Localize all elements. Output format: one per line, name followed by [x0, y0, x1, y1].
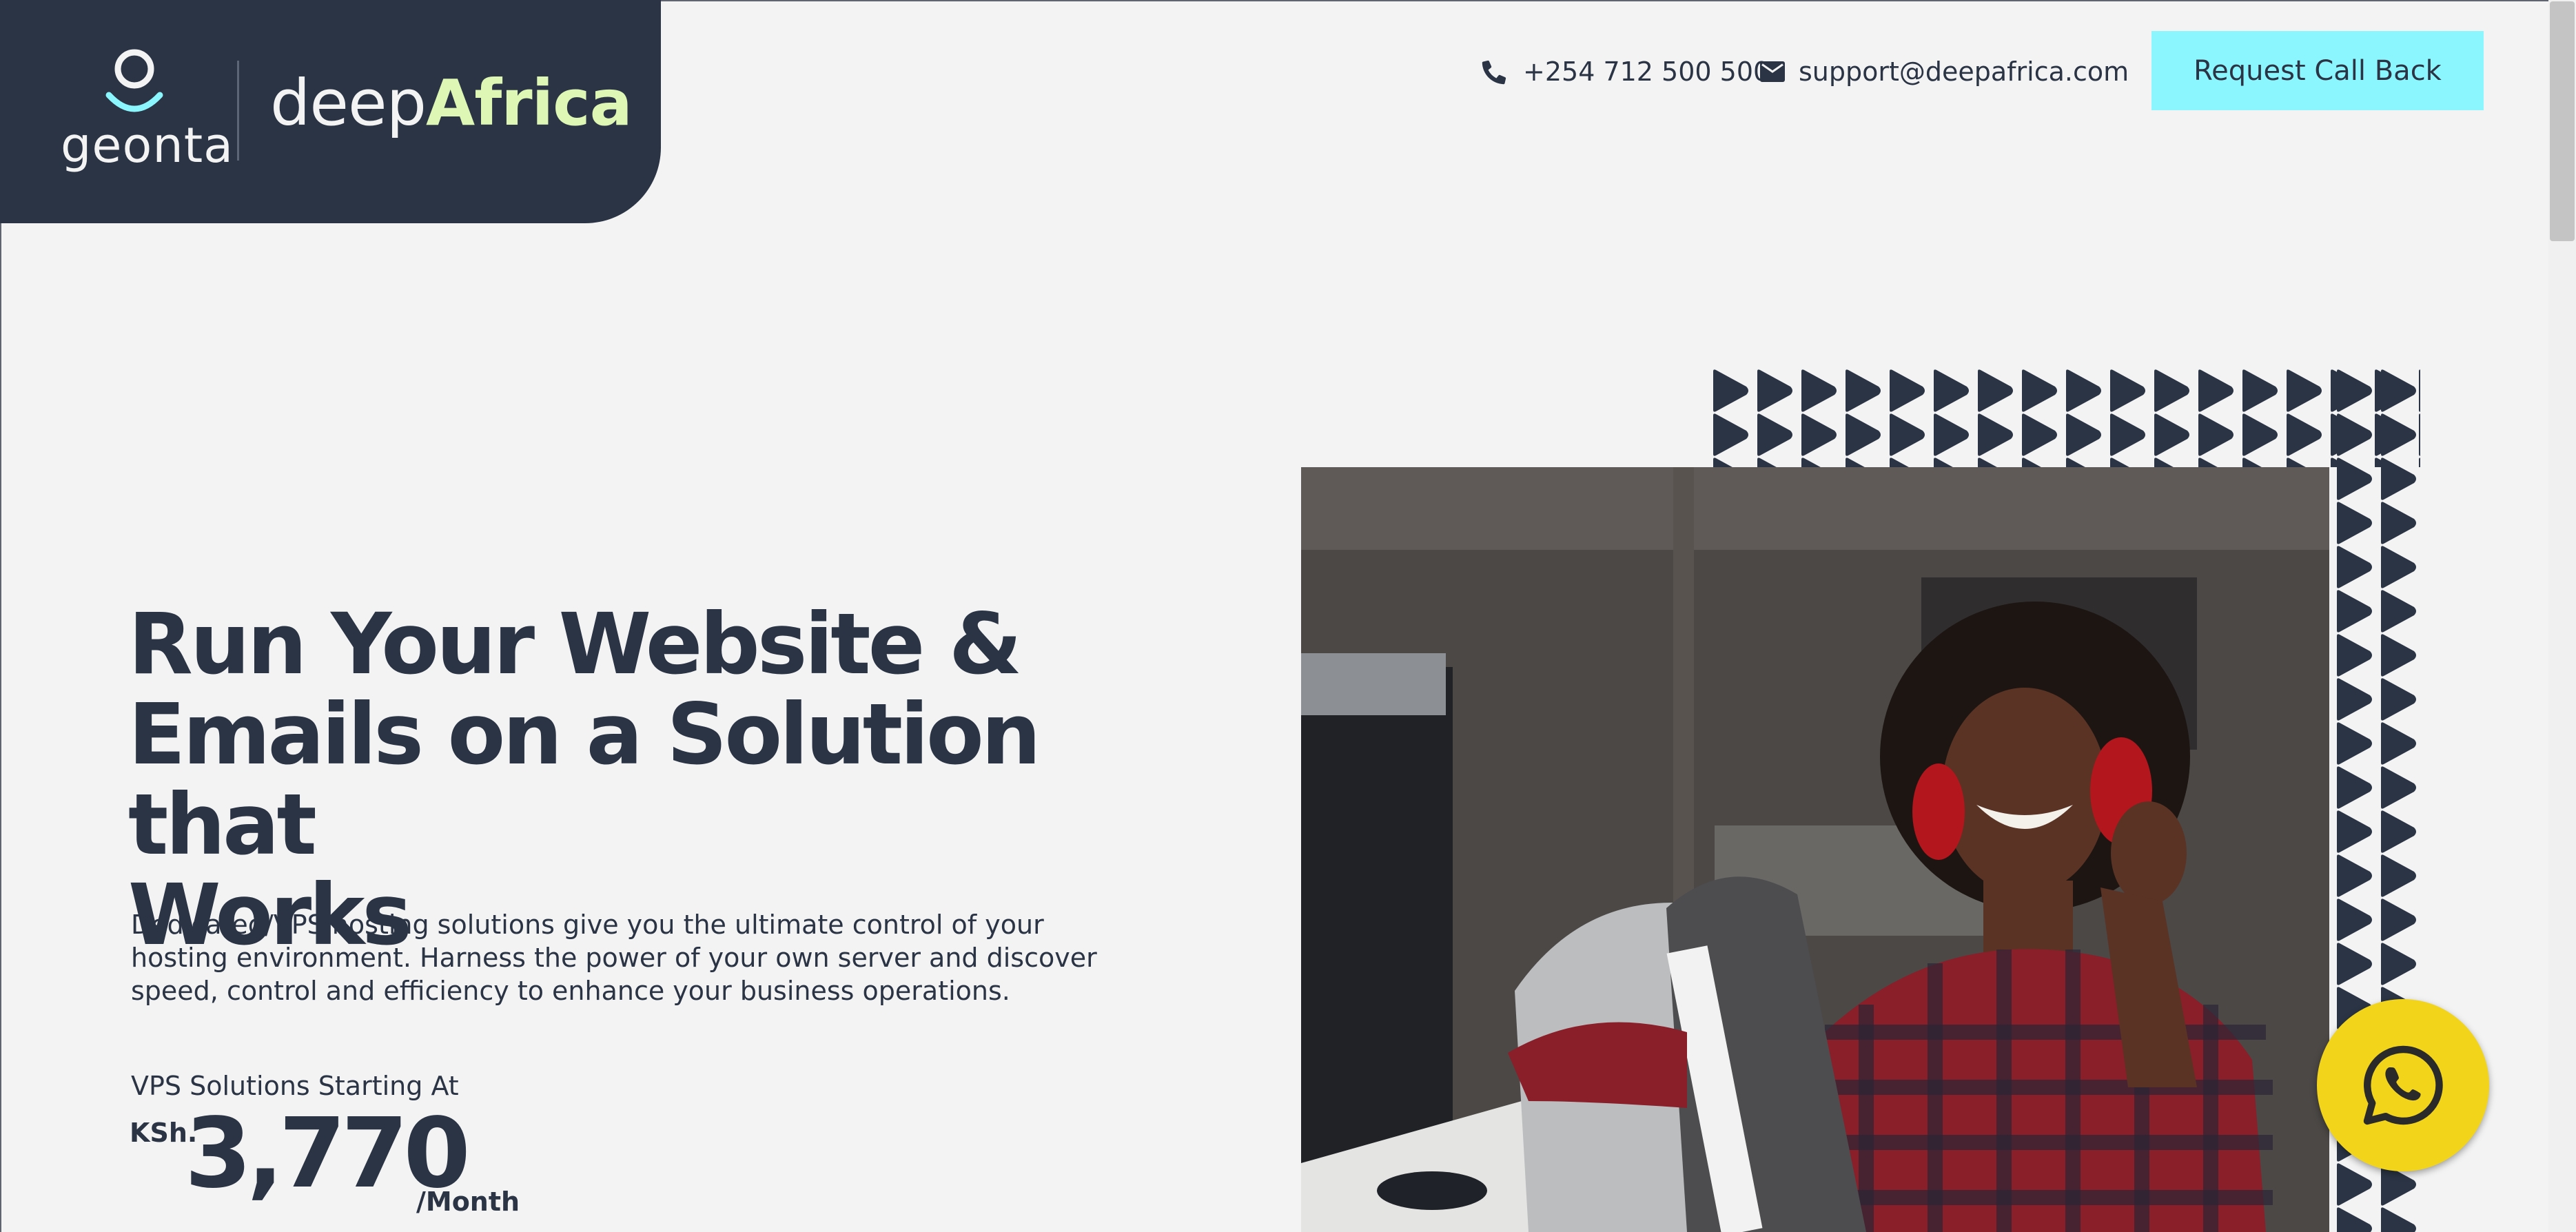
- hero-title-line-1: Run Your Website &: [128, 595, 1022, 693]
- hero-description: Dedicated/VPS hosting solutions give you…: [131, 910, 1097, 1006]
- hero-title-line-2: Emails on a Solution that: [128, 686, 1041, 874]
- logo-block[interactable]: geonta deepAfrica: [0, 0, 661, 223]
- mail-icon: [1760, 61, 1785, 82]
- hero-photo: [1301, 467, 2329, 1232]
- email-link[interactable]: support@deepafrica.com: [1760, 50, 2129, 94]
- phone-number: +254 712 500 500: [1523, 57, 1770, 87]
- price-label: VPS Solutions Starting At: [131, 1071, 459, 1101]
- geonta-wordmark: geonta: [61, 117, 234, 174]
- geonta-logo-icon: [105, 49, 163, 112]
- price-period: /Month: [416, 1187, 520, 1217]
- brand-wordmark: deepAfrica: [270, 66, 633, 140]
- pattern-top-band: [1709, 369, 2420, 467]
- phone-link[interactable]: +254 712 500 500: [1480, 50, 1770, 94]
- email-address: support@deepafrica.com: [1799, 57, 2129, 87]
- whatsapp-button[interactable]: [2317, 999, 2489, 1171]
- phone-icon: [1482, 60, 1506, 85]
- photo-illustration: [1301, 467, 2329, 1232]
- brand-suffix: Africa: [426, 66, 633, 140]
- request-call-back-button[interactable]: Request Call Back: [2151, 31, 2484, 110]
- scrollbar-thumb[interactable]: [2550, 1, 2575, 241]
- hero-title: Run Your Website & Emails on a Solution …: [128, 599, 1203, 961]
- brand-prefix: deep: [270, 66, 427, 140]
- whatsapp-icon: [2363, 1045, 2443, 1125]
- logo-divider: [237, 61, 239, 161]
